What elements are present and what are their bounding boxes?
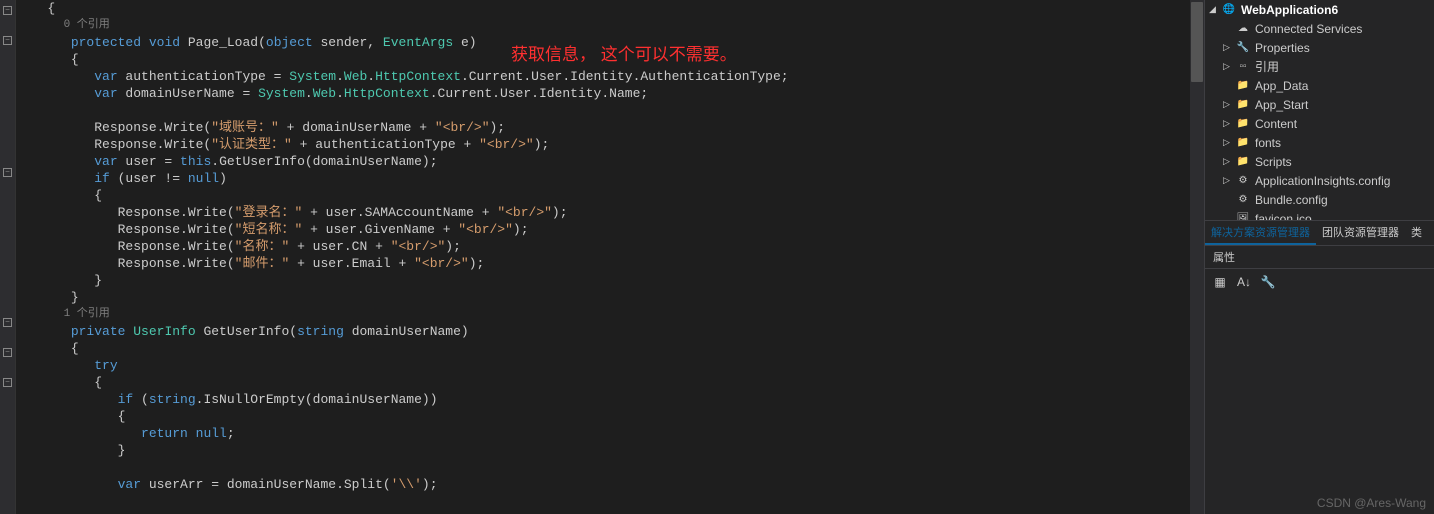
tree-item-label: fonts (1255, 136, 1281, 150)
expand-arrow-icon[interactable]: ▷ (1223, 42, 1235, 53)
cfg-icon: ⚙ (1235, 192, 1251, 208)
tree-item-label: 引用 (1255, 58, 1279, 75)
folding-gutter: − − − − − − (0, 0, 16, 514)
code-content[interactable]: { 0 个引用 protected void Page_Load(object … (16, 0, 1204, 514)
wrench-icon: 🔧 (1235, 40, 1251, 56)
fold-toggle[interactable]: − (3, 36, 12, 45)
folder-icon: 📁 (1235, 135, 1251, 151)
fold-toggle[interactable]: − (3, 378, 12, 387)
tree-item[interactable]: ▷☁Connected Services (1205, 19, 1434, 38)
tree-item[interactable]: ▷▫▫引用 (1205, 57, 1434, 76)
tree-item-label: Scripts (1255, 155, 1292, 169)
tree-item[interactable]: ▷⚙ ApplicationInsights.config (1205, 171, 1434, 190)
tree-item-label: Connected Services (1255, 22, 1362, 36)
tree-item[interactable]: ▷📁 App_Start (1205, 95, 1434, 114)
expand-arrow-icon[interactable]: ▷ (1223, 61, 1235, 72)
ref-icon: ▫▫ (1235, 59, 1251, 75)
expand-arrow-icon[interactable]: ▷ (1223, 118, 1235, 129)
tree-item[interactable]: ▷📁App_Data (1205, 76, 1434, 95)
fold-toggle[interactable]: − (3, 168, 12, 177)
tab-team-explorer[interactable]: 团队资源管理器 (1316, 221, 1405, 245)
annotation-text: 获取信息， 这个可以不需要。 (511, 40, 737, 65)
expand-arrow-icon[interactable]: ▷ (1223, 99, 1235, 110)
wrench-icon[interactable]: 🔧 (1259, 273, 1277, 291)
globe-icon: 🌐 (1221, 2, 1237, 18)
tree-item-label: Bundle.config (1255, 193, 1328, 207)
tree-item-label: Content (1255, 117, 1297, 131)
cfg-icon: ⚙ (1235, 173, 1251, 189)
properties-toolbar: ▦ A↓ 🔧 (1205, 269, 1434, 295)
tree-item-label: App_Data (1255, 79, 1308, 93)
code-editor[interactable]: − − − − − − { 0 个引用 protected void Page_… (0, 0, 1204, 514)
folder-icon: 📁 (1235, 154, 1251, 170)
tree-item[interactable]: ▷🖼favicon.ico (1205, 209, 1434, 220)
watermark: CSDN @Ares-Wang (1317, 496, 1426, 510)
solution-tree[interactable]: ◢ 🌐 WebApplication6 ▷☁Connected Services… (1205, 0, 1434, 220)
img-icon: 🖼 (1235, 211, 1251, 220)
fold-toggle[interactable]: − (3, 318, 12, 327)
tree-item-label: Properties (1255, 41, 1310, 55)
tab-solution-explorer[interactable]: 解决方案资源管理器 (1205, 221, 1316, 245)
fold-toggle[interactable]: − (3, 6, 12, 15)
properties-panel-title: 属性 (1205, 246, 1434, 268)
categorize-icon[interactable]: ▦ (1211, 273, 1229, 291)
tree-root[interactable]: ◢ 🌐 WebApplication6 (1205, 0, 1434, 19)
codelens-refs[interactable]: 0 个引用 (64, 19, 110, 31)
codelens-refs[interactable]: 1 个引用 (64, 308, 110, 320)
folder-icon: 📁 (1235, 116, 1251, 132)
folder-icon: 📁 (1235, 97, 1251, 113)
tree-item[interactable]: ▷⚙Bundle.config (1205, 190, 1434, 209)
tab-class-view[interactable]: 类 (1405, 221, 1428, 245)
expand-arrow-icon[interactable]: ▷ (1223, 156, 1235, 167)
panel-tabs: 解决方案资源管理器 团队资源管理器 类 (1205, 220, 1434, 246)
cloud-icon: ☁ (1235, 21, 1251, 37)
tree-item-label: App_Start (1255, 98, 1308, 112)
editor-scrollbar[interactable] (1190, 0, 1204, 514)
expand-arrow-icon[interactable]: ▷ (1223, 175, 1235, 186)
tree-item[interactable]: ▷🔧 Properties (1205, 38, 1434, 57)
project-name: WebApplication6 (1241, 3, 1338, 17)
folder-icon: 📁 (1235, 78, 1251, 94)
tree-item-label: favicon.ico (1255, 212, 1312, 220)
tree-item-label: ApplicationInsights.config (1255, 174, 1390, 188)
fold-toggle[interactable]: − (3, 348, 12, 357)
tree-item[interactable]: ▷📁 Content (1205, 114, 1434, 133)
tree-item[interactable]: ▷📁 Scripts (1205, 152, 1434, 171)
sort-alpha-icon[interactable]: A↓ (1235, 273, 1253, 291)
expand-arrow-icon[interactable]: ▷ (1223, 137, 1235, 148)
solution-explorer: ◢ 🌐 WebApplication6 ▷☁Connected Services… (1204, 0, 1434, 514)
tree-item[interactable]: ▷📁 fonts (1205, 133, 1434, 152)
